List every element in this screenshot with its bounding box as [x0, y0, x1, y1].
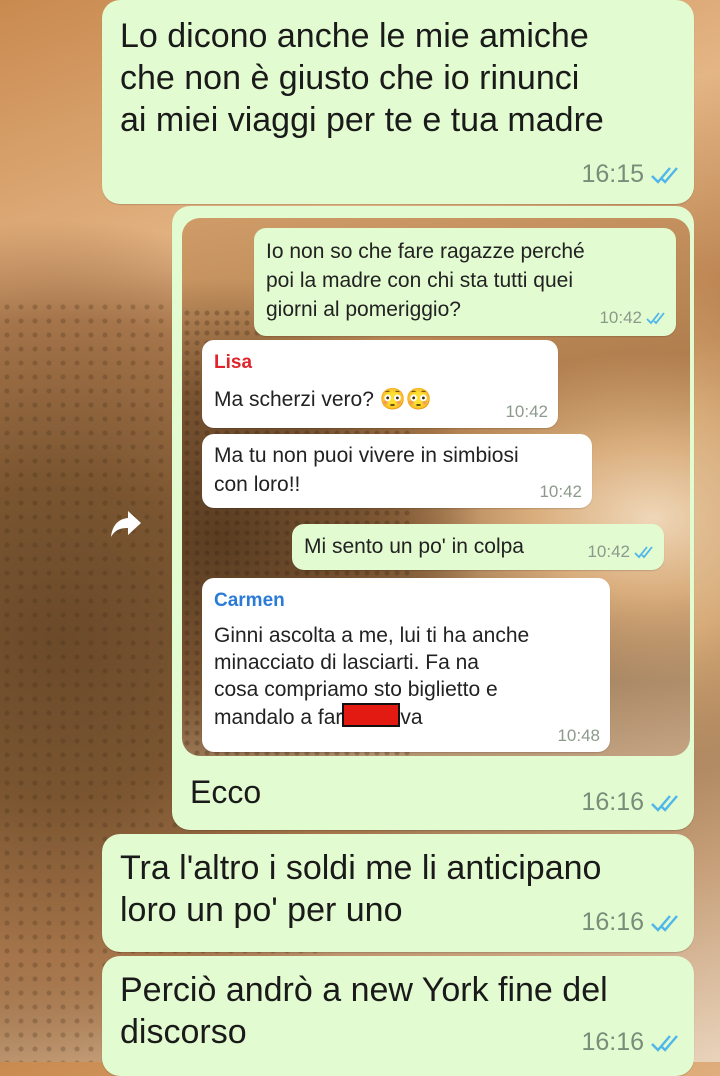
message-line: cosa compriamo sto biglietto e — [214, 678, 498, 701]
message-line: discorso — [120, 1013, 247, 1051]
double-check-icon — [646, 312, 665, 325]
message-time: 16:16 — [581, 788, 644, 816]
message-line: Ma scherzi vero? 😳😳 — [214, 388, 433, 411]
message-bubble[interactable]: Perciò andrò a new York fine del discors… — [102, 956, 694, 1076]
message-line: Io non so che fare ragazze perché — [266, 240, 585, 263]
message-meta: 10:42 — [539, 482, 582, 502]
chat-message: Io non so che fare ragazze perché poi la… — [254, 228, 676, 336]
line-end: va — [400, 706, 423, 729]
message-bubble[interactable]: Lo dicono anche le mie amiche che non è … — [102, 0, 694, 204]
message-time: 10:42 — [587, 542, 630, 561]
message-line: loro un po' per uno — [120, 891, 403, 929]
message-line: con loro!! — [214, 473, 301, 496]
image-caption: Ecco — [190, 774, 262, 810]
line-start: mandalo a far — [214, 706, 343, 729]
message-line: Mi sento un po' in colpa — [304, 535, 524, 558]
double-check-icon — [651, 1034, 678, 1052]
message-meta: 16:16 — [581, 908, 680, 937]
message-meta: 10:48 — [557, 726, 600, 746]
message-meta: 10:42 — [599, 308, 666, 328]
double-check-icon — [651, 914, 678, 932]
chat-message: Lisa Ma scherzi vero? 😳😳 10:42 — [202, 340, 558, 428]
message-line: Tra l'altro i soldi me li anticipano — [120, 849, 602, 887]
screenshot-image[interactable]: Io non so che fare ragazze perché poi la… — [182, 218, 690, 756]
double-check-icon — [634, 546, 653, 559]
message-line: Perciò andrò a new York fine del — [120, 971, 608, 1009]
message-line: ai miei viaggi per te e tua madre — [120, 101, 604, 139]
message-time: 10:42 — [539, 482, 582, 501]
sender-name: Lisa — [214, 352, 253, 373]
message-meta: 10:42 — [505, 402, 548, 422]
chat-message: Carmen Ginni ascolta a me, lui ti ha anc… — [202, 578, 610, 752]
message-line: Ma tu non puoi vivere in simbiosi — [214, 444, 519, 467]
message-line: poi la madre con chi sta tutti quei — [266, 269, 574, 292]
message-time: 16:16 — [581, 1028, 644, 1056]
message-line: mandalo a far va — [214, 703, 423, 731]
message-line: che non è giusto che io rinunci — [120, 59, 580, 97]
message-time: 16:16 — [581, 908, 644, 936]
message-line: Lo dicono anche le mie amiche — [120, 17, 589, 55]
image-message-bubble[interactable]: Io non so che fare ragazze perché poi la… — [172, 206, 694, 830]
message-line: Ginni ascolta a me, lui ti ha anche — [214, 624, 530, 647]
double-check-icon — [651, 166, 678, 184]
message-line: giorni al pomeriggio? — [266, 298, 461, 321]
message-time: 16:15 — [581, 160, 644, 188]
message-time: 10:42 — [599, 308, 642, 327]
message-meta: 16:16 — [581, 1028, 680, 1057]
chat-message: Ma tu non puoi vivere in simbiosi con lo… — [202, 434, 592, 508]
sender-name: Carmen — [214, 590, 285, 611]
message-time: 10:42 — [505, 402, 548, 421]
forward-arrow-icon[interactable] — [108, 506, 144, 542]
chat-message: Mi sento un po' in colpa 10:42 — [292, 524, 664, 570]
message-meta: 16:15 — [581, 160, 680, 189]
message-line: minacciato di lasciarti. Fa na — [214, 651, 479, 674]
message-meta: 16:16 — [581, 788, 680, 817]
redaction-mark — [342, 703, 401, 727]
double-check-icon — [651, 794, 678, 812]
message-meta: 10:42 — [587, 542, 654, 562]
message-bubble[interactable]: Tra l'altro i soldi me li anticipano lor… — [102, 834, 694, 952]
message-time: 10:48 — [557, 726, 600, 745]
